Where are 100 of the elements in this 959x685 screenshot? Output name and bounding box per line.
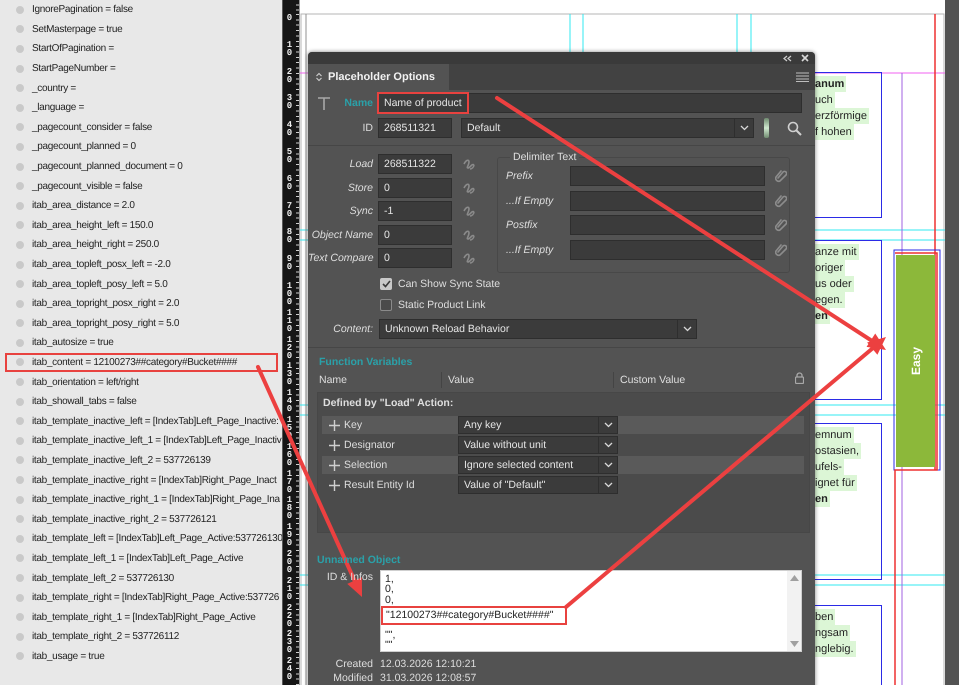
bullet-icon xyxy=(16,280,24,288)
input-field[interactable]: 268511322 xyxy=(378,154,452,174)
bullet-icon xyxy=(16,554,24,562)
ruler-label: 10 xyxy=(286,40,293,60)
field-label: Modified xyxy=(332,671,373,685)
input-field[interactable] xyxy=(570,240,765,260)
search-icon[interactable] xyxy=(787,120,802,136)
scroll-down-icon[interactable] xyxy=(790,641,798,647)
bullet-icon xyxy=(16,6,24,14)
checkbox[interactable] xyxy=(380,278,392,290)
property-text: itab_area_height_left = 150.0 xyxy=(32,220,154,231)
ruler-label: 190 xyxy=(286,523,293,550)
input-field[interactable] xyxy=(570,190,765,211)
ruler-label: 20 xyxy=(286,68,293,87)
property-text: itab_autosize = true xyxy=(32,337,114,348)
ruler-label: 160 xyxy=(286,442,293,470)
input-field[interactable] xyxy=(570,215,765,236)
bullet-icon xyxy=(16,104,24,112)
name-field[interactable]: Name of product xyxy=(378,93,802,113)
id-field[interactable]: 268511321 xyxy=(378,118,452,138)
chevron-down-icon xyxy=(740,125,748,131)
ruler-label: 40 xyxy=(286,121,293,140)
input-field[interactable]: 0 xyxy=(378,224,452,244)
property-text: itab_usage = true xyxy=(32,650,104,662)
chevron-down-icon xyxy=(604,482,612,488)
field-label: ...If Empty xyxy=(505,244,555,256)
chevron-down-icon xyxy=(604,442,612,448)
property-text: itab_template_inactive_left = [IndexTab]Left_Page_Inactive: xyxy=(32,416,279,427)
bullet-icon xyxy=(16,496,24,504)
id-label: ID xyxy=(362,122,373,134)
value-select[interactable]: Value without unit xyxy=(458,436,618,454)
property-text: itab_template_inactive_right_2 = 537726121 xyxy=(32,514,216,525)
plus-icon[interactable] xyxy=(329,420,340,430)
ruler-label: 100 xyxy=(286,282,293,309)
ruler-label: 180 xyxy=(286,496,293,523)
menu-icon[interactable] xyxy=(796,72,809,82)
panel-tab[interactable]: Placeholder Options xyxy=(308,64,449,90)
field-label: Created xyxy=(334,657,373,671)
panel-title: Placeholder Options xyxy=(328,71,435,83)
variable-name: Designator xyxy=(344,439,396,451)
close-icon[interactable] xyxy=(801,54,809,62)
checkbox-label: Static Product Link xyxy=(398,299,486,312)
ruler-label: 170 xyxy=(286,470,293,496)
input-field[interactable]: -1 xyxy=(378,201,452,221)
property-text: _pagecount_planned_document = 0 xyxy=(32,161,183,172)
info-line: "", xyxy=(385,630,396,640)
bullet-icon xyxy=(16,534,24,543)
field-label: Object Name xyxy=(310,228,373,240)
field-label: Store xyxy=(346,182,373,194)
input-field[interactable] xyxy=(570,166,765,186)
paperclip-icon[interactable] xyxy=(775,218,787,232)
property-text: itab_template_left_2 = 537726130 xyxy=(32,572,174,584)
value-select[interactable]: Any key xyxy=(458,416,618,434)
status-swatch xyxy=(764,118,769,138)
ruler-label: 80 xyxy=(286,228,293,248)
column-header: Name xyxy=(319,373,348,388)
bullet-icon xyxy=(16,142,24,151)
ruler-label: 140 xyxy=(286,389,293,416)
value-select[interactable]: Value of "Default" xyxy=(458,476,618,494)
property-text: itab_area_distance = 2.0 xyxy=(32,200,135,212)
checkbox[interactable] xyxy=(380,299,392,312)
property-text: SetMasterpage = true xyxy=(32,24,122,35)
field-label: Prefix xyxy=(505,170,534,182)
property-text: itab_template_inactive_right = [IndexTab]Right_Page_Inact xyxy=(32,474,276,486)
bullet-icon xyxy=(16,84,24,92)
plus-icon[interactable] xyxy=(329,460,340,470)
group-title: Delimiter Text xyxy=(510,151,580,163)
info-line: 1, xyxy=(385,574,394,584)
content-select[interactable]: Unknown Reload Behavior xyxy=(379,319,697,339)
paperclip-icon[interactable] xyxy=(775,169,787,183)
bullet-icon xyxy=(16,25,24,34)
value-select[interactable]: Ignore selected content xyxy=(458,456,618,474)
property-text: itab_area_topleft_posy_left = 5.0 xyxy=(32,278,168,290)
plus-icon[interactable] xyxy=(329,440,340,450)
info-line: 0, xyxy=(385,594,394,606)
check-icon xyxy=(382,280,390,288)
double-chevron-icon[interactable] xyxy=(783,54,792,62)
ruler-label: 90 xyxy=(286,255,293,274)
ruler-label: 110 xyxy=(286,308,293,336)
property-text: itab_template_right_1 = [IndexTab]Right_Page_Active xyxy=(32,612,256,623)
bullet-icon xyxy=(16,515,24,524)
bullet-icon xyxy=(16,358,24,366)
scroll-up-icon[interactable] xyxy=(790,575,798,581)
paperclip-icon[interactable] xyxy=(775,194,787,208)
property-text: itab_template_inactive_left_2 = 537726139 xyxy=(32,454,211,466)
bullet-icon xyxy=(16,574,24,582)
ruler-label: 30 xyxy=(286,94,293,114)
property-text: _pagecount_planned = 0 xyxy=(32,141,136,152)
paperclip-icon[interactable] xyxy=(775,242,787,257)
lock-icon[interactable] xyxy=(795,372,804,384)
bullet-icon xyxy=(16,436,24,445)
input-field[interactable]: 0 xyxy=(378,248,452,268)
tab-label: Easy xyxy=(908,346,922,376)
variant-select[interactable]: Default xyxy=(461,118,754,138)
ruler-label: 210 xyxy=(286,576,293,604)
property-text: itab_area_height_right = 250.0 xyxy=(32,239,159,250)
text-tool-icon xyxy=(318,96,330,110)
plus-icon[interactable] xyxy=(329,480,340,490)
ruler-label: 70 xyxy=(286,202,293,221)
input-field[interactable]: 0 xyxy=(378,178,452,198)
